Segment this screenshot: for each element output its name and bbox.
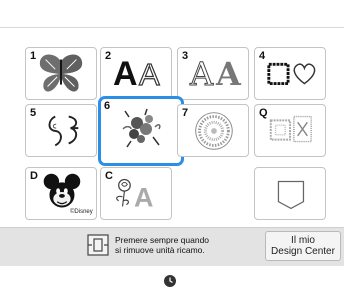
frame-heart-icon xyxy=(267,62,316,86)
floral-bouquet-icon xyxy=(122,108,161,148)
mandala-icon xyxy=(195,112,233,150)
tile-number: 2 xyxy=(105,50,112,62)
top-divider xyxy=(0,27,344,28)
category-tile-d[interactable]: D ©Disney xyxy=(25,167,97,220)
hint-line-1: Premere sempre quando xyxy=(115,235,210,245)
tile-number: 3 xyxy=(182,50,189,62)
quilt-pattern-icon xyxy=(269,115,312,143)
embroidery-unit-icon[interactable] xyxy=(86,232,110,258)
pocket-icon xyxy=(277,180,305,210)
design-center-line-2: Design Center xyxy=(271,246,335,257)
svg-text:A: A xyxy=(134,182,153,212)
embroidery-unit-hint: Premere sempre quando si rimuove unità r… xyxy=(115,235,245,255)
category-tile-pocket[interactable] xyxy=(254,167,326,220)
my-design-center-button[interactable]: Il mio Design Center xyxy=(265,231,341,261)
butterfly-icon xyxy=(39,54,83,92)
category-tile-3[interactable]: 3 A A xyxy=(177,47,249,100)
category-tile-6[interactable]: 6 xyxy=(98,96,184,166)
category-tile-7[interactable]: 7 xyxy=(177,104,249,157)
flourish-icon xyxy=(48,115,79,147)
disney-caption: ©Disney xyxy=(70,209,93,215)
design-center-line-1: Il mio xyxy=(291,235,315,246)
rose-letter-icon: A xyxy=(116,178,154,212)
category-tile-q[interactable]: Q xyxy=(254,104,326,157)
clock-icon[interactable] xyxy=(163,274,177,288)
category-tile-5[interactable]: 5 xyxy=(25,104,97,157)
category-tile-4[interactable]: 4 xyxy=(254,47,326,100)
category-tile-1[interactable]: 1 xyxy=(25,47,97,100)
hint-line-2: si rimuove unità ricamo. xyxy=(115,245,205,255)
category-tile-2[interactable]: 2 A A xyxy=(100,47,172,100)
category-tile-c[interactable]: C A xyxy=(100,167,172,220)
